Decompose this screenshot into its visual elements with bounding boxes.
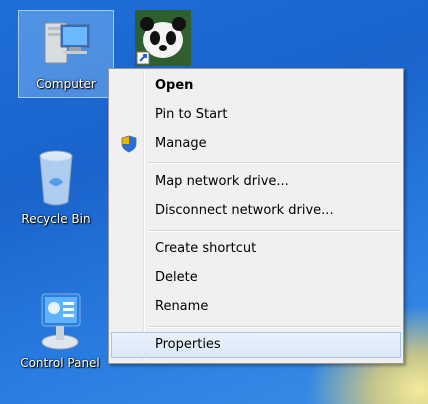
- menu-item-label: Rename: [155, 299, 209, 314]
- menu-separator: [149, 230, 399, 232]
- shield-icon: [121, 135, 137, 153]
- desktop-icon-computer[interactable]: Computer: [18, 10, 114, 98]
- desktop-icon-shortcut[interactable]: [130, 10, 196, 70]
- menu-item-manage[interactable]: Manage: [111, 131, 401, 157]
- menu-item-properties[interactable]: Properties: [111, 332, 401, 358]
- menu-item-disconnect-network-drive[interactable]: Disconnect network drive...: [111, 198, 401, 224]
- menu-item-create-shortcut[interactable]: Create shortcut: [111, 236, 401, 262]
- menu-item-pin-to-start[interactable]: Pin to Start: [111, 102, 401, 128]
- panda-image-icon: [135, 10, 191, 66]
- menu-item-rename[interactable]: Rename: [111, 294, 401, 320]
- menu-item-label: Create shortcut: [155, 241, 257, 256]
- menu-item-label: Pin to Start: [155, 107, 228, 122]
- computer-icon: [44, 22, 90, 64]
- desktop: Computer Recycle Bin Control Panel Open …: [0, 0, 428, 404]
- menu-item-label: Disconnect network drive...: [155, 203, 334, 218]
- menu-separator: [149, 326, 399, 328]
- menu-item-label: Properties: [155, 337, 221, 352]
- menu-item-label: Open: [155, 78, 194, 93]
- menu-separator: [149, 162, 399, 164]
- desktop-icon-label: Computer: [36, 77, 96, 91]
- context-menu: Open Pin to Start Manage Map network dri…: [108, 68, 404, 364]
- menu-item-open[interactable]: Open: [111, 73, 401, 99]
- desktop-icon-recycle-bin[interactable]: Recycle Bin: [10, 148, 102, 226]
- menu-item-label: Delete: [155, 270, 198, 285]
- menu-item-map-network-drive[interactable]: Map network drive...: [111, 169, 401, 195]
- menu-item-label: Map network drive...: [155, 174, 289, 189]
- control-panel-icon: [41, 293, 81, 350]
- desktop-icon-control-panel[interactable]: Control Panel: [8, 292, 112, 370]
- desktop-icon-label: Recycle Bin: [21, 212, 91, 226]
- menu-item-label: Manage: [155, 136, 207, 151]
- desktop-icon-label: Control Panel: [20, 356, 100, 370]
- menu-item-delete[interactable]: Delete: [111, 265, 401, 291]
- recycle-bin-icon: [39, 150, 73, 206]
